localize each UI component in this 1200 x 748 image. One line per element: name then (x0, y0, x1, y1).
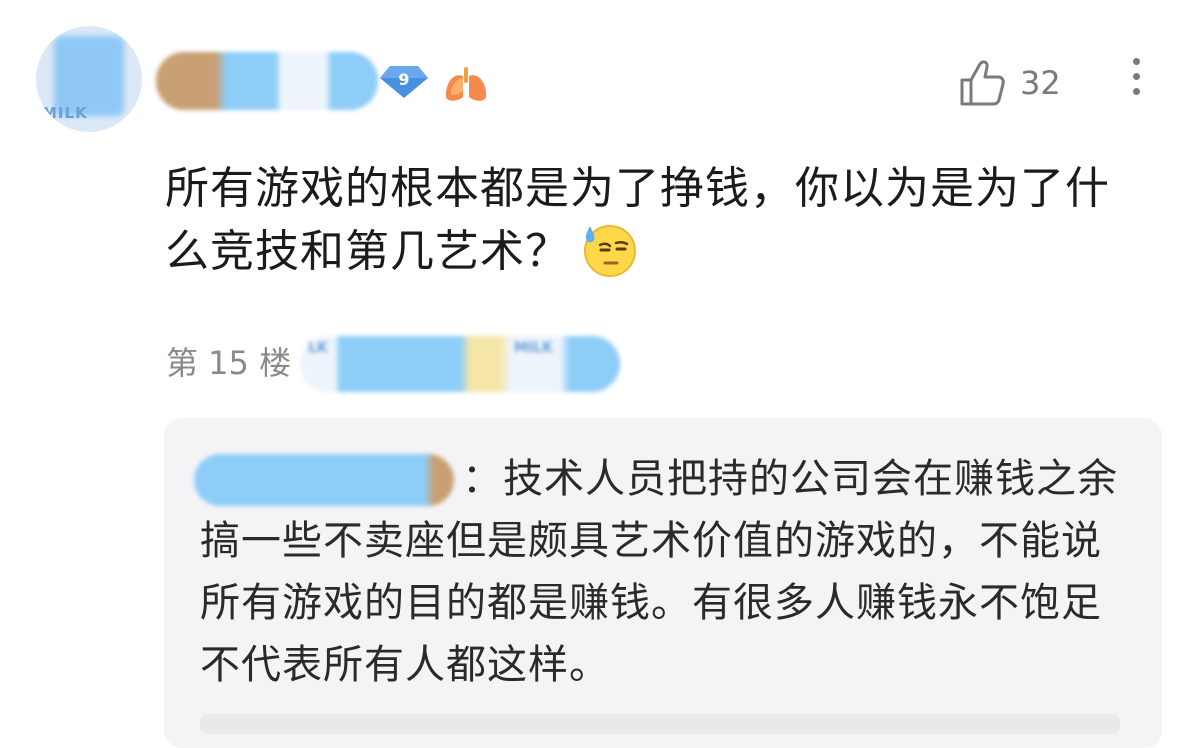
more-options-icon[interactable] (1126, 58, 1146, 108)
lung-badge-icon (445, 67, 487, 101)
signature-fragment: LK (308, 340, 328, 356)
floor-number: 第 15 楼 (166, 344, 292, 382)
quoted-reply[interactable]: ：技术人员把持的公司会在赚钱之余搞一些不卖座但是颇具艺术价值的游戏的，不能说所有… (164, 418, 1162, 748)
avatar-label: MILK (42, 104, 88, 122)
signature-fragment: MILK (514, 340, 553, 356)
quote-text: 技术人员把持的公司会在赚钱之余搞一些不卖座但是颇具艺术价值的游戏的，不能说所有游… (200, 456, 1118, 688)
quoted-content: ：技术人员把持的公司会在赚钱之余搞一些不卖座但是颇具艺术价值的游戏的，不能说所有… (200, 448, 1140, 696)
thumbs-up-icon[interactable] (958, 58, 1006, 108)
level-badge: 9 (378, 64, 430, 100)
post-content: 所有游戏的根本都是为了挣钱，你以为是为了什么竞技和第几艺术？ (165, 158, 1145, 283)
user-signature-redacted: LK MILK (300, 336, 620, 392)
like-count: 32 (1020, 64, 1061, 102)
quote-separator: ： (462, 456, 503, 502)
level-number: 9 (398, 70, 410, 89)
cutoff-text-line (200, 714, 1120, 734)
avatar[interactable]: MILK (36, 26, 142, 132)
author-name-redacted[interactable] (156, 52, 378, 110)
sweat-emoji-icon (584, 225, 636, 277)
